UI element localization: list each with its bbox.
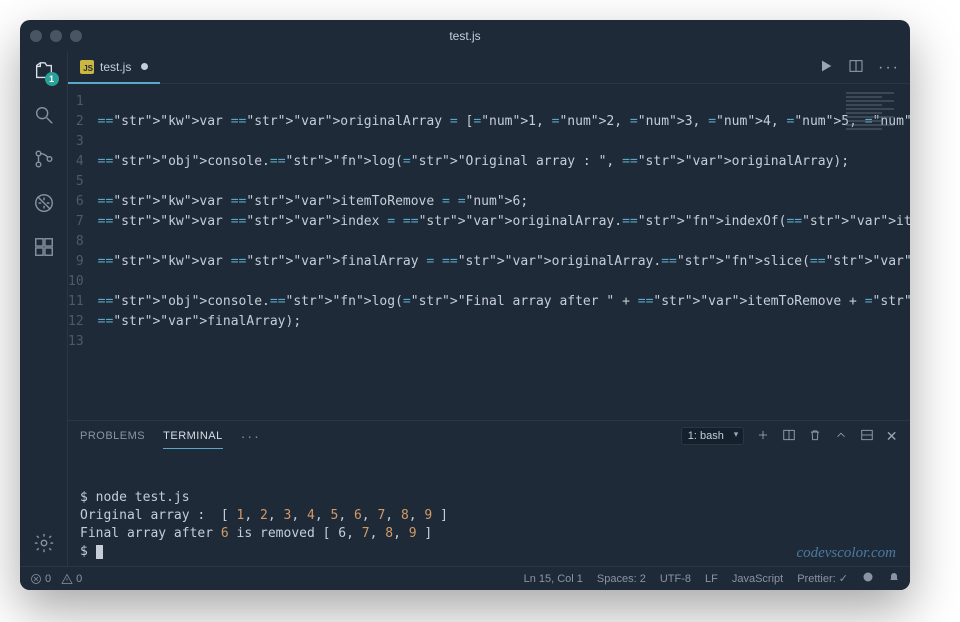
eol[interactable]: LF bbox=[705, 573, 718, 585]
search-icon[interactable] bbox=[31, 102, 57, 128]
indent-setting[interactable]: Spaces: 2 bbox=[597, 573, 646, 585]
line-numbers: 1 2 3 4 5 6 7 8 9 10 11 12 13 bbox=[68, 92, 98, 420]
run-icon[interactable] bbox=[818, 58, 834, 77]
extensions-icon[interactable] bbox=[31, 234, 57, 260]
unsaved-indicator-icon bbox=[141, 63, 148, 70]
chevron-up-icon[interactable] bbox=[834, 428, 848, 445]
tab-terminal[interactable]: TERMINAL bbox=[163, 424, 223, 449]
minimize-window[interactable] bbox=[50, 30, 62, 42]
terminal-select[interactable]: 1: bash bbox=[681, 427, 744, 445]
zoom-window[interactable] bbox=[70, 30, 82, 42]
close-window[interactable] bbox=[30, 30, 42, 42]
prettier-status[interactable]: Prettier: ✓ bbox=[797, 572, 848, 585]
tab-test-js[interactable]: JS test.js bbox=[68, 52, 160, 84]
window-title: test.js bbox=[20, 29, 910, 43]
close-panel-icon[interactable]: ✕ bbox=[886, 428, 898, 445]
errors-count[interactable]: 0 bbox=[30, 573, 51, 585]
new-terminal-icon[interactable] bbox=[756, 428, 770, 445]
more-actions-icon[interactable]: ··· bbox=[878, 60, 900, 76]
tab-problems[interactable]: PROBLEMS bbox=[80, 424, 145, 448]
minimap[interactable] bbox=[846, 90, 906, 160]
tab-bar: JS test.js ··· bbox=[68, 52, 910, 84]
warnings-count[interactable]: 0 bbox=[61, 573, 82, 585]
status-bar: 0 0 Ln 15, Col 1 Spaces: 2 UTF-8 LF Java… bbox=[20, 566, 910, 590]
encoding[interactable]: UTF-8 bbox=[660, 573, 691, 585]
language-mode[interactable]: JavaScript bbox=[732, 573, 783, 585]
activity-bar: 1 bbox=[20, 52, 68, 566]
source-control-icon[interactable] bbox=[31, 146, 57, 172]
split-terminal-icon[interactable] bbox=[782, 428, 796, 445]
bell-icon[interactable] bbox=[888, 571, 900, 586]
cursor-position[interactable]: Ln 15, Col 1 bbox=[524, 573, 583, 585]
editor-window: test.js 1 bbox=[20, 20, 910, 590]
settings-gear-icon[interactable] bbox=[31, 530, 57, 556]
window-controls bbox=[30, 30, 82, 42]
explorer-icon[interactable]: 1 bbox=[31, 58, 57, 84]
code-editor[interactable]: 1 2 3 4 5 6 7 8 9 10 11 12 13 =="str">"k… bbox=[68, 84, 910, 420]
terminal-output[interactable]: $ node test.jsOriginal array : [ 1, 2, 3… bbox=[68, 451, 910, 566]
bottom-panel: PROBLEMS TERMINAL ··· 1: bash ✕ $ node t… bbox=[68, 420, 910, 566]
maximize-panel-icon[interactable] bbox=[860, 428, 874, 445]
explorer-badge: 1 bbox=[45, 72, 59, 86]
tab-filename: test.js bbox=[100, 60, 131, 74]
js-file-icon: JS bbox=[80, 60, 94, 74]
panel-more-icon[interactable]: ··· bbox=[241, 428, 261, 444]
titlebar[interactable]: test.js bbox=[20, 20, 910, 52]
debug-icon[interactable] bbox=[31, 190, 57, 216]
kill-terminal-icon[interactable] bbox=[808, 428, 822, 445]
code-content[interactable]: =="str">"kw">var =="str">"var">originalA… bbox=[98, 92, 910, 420]
watermark: codevscolor.com bbox=[796, 544, 896, 562]
feedback-icon[interactable] bbox=[862, 571, 874, 586]
split-editor-icon[interactable] bbox=[848, 58, 864, 77]
